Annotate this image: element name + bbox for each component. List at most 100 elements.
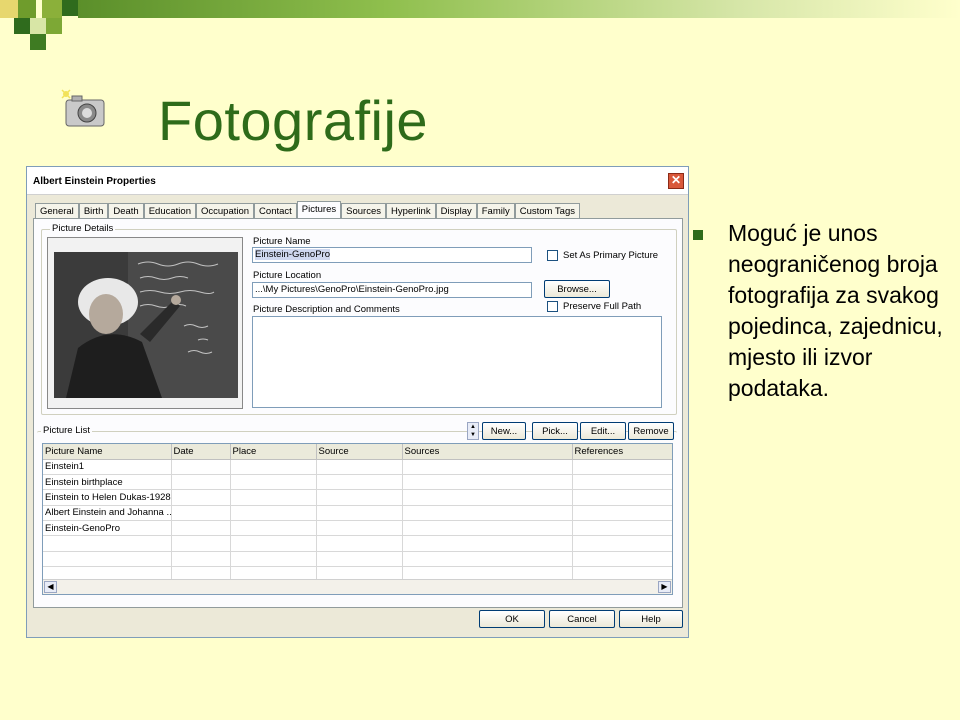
table-row[interactable]: Einstein to Helen Dukas-1928 (43, 489, 672, 506)
horizontal-scrollbar[interactable]: ◀ ▶ (43, 579, 672, 594)
description-label: Picture Description and Comments (253, 304, 400, 315)
set-primary-checkbox[interactable]: Set As Primary Picture (547, 250, 658, 261)
table-cell (316, 474, 403, 491)
tab-pictures[interactable]: Pictures (296, 201, 342, 219)
table-cell (402, 459, 573, 475)
picture-name-value: Einstein-GenoPro (255, 249, 330, 260)
tab-contact[interactable]: Contact (254, 203, 297, 219)
table-cell (230, 489, 317, 506)
table-cell (171, 505, 231, 522)
table-cell (230, 551, 317, 568)
picture-list-label: Picture List (41, 425, 92, 436)
table-cell (171, 535, 231, 552)
tab-general[interactable]: General (35, 203, 79, 219)
tab-sources[interactable]: Sources (341, 203, 386, 219)
decor-square (62, 0, 78, 16)
preserve-path-checkbox[interactable]: Preserve Full Path (547, 301, 641, 312)
table-cell (402, 551, 573, 568)
col-place[interactable]: Place (230, 444, 317, 460)
picture-location-field[interactable]: ...\My Pictures\GenoPro\Einstein-GenoPro… (252, 282, 532, 298)
table-cell (572, 551, 672, 568)
tab-family[interactable]: Family (476, 203, 515, 219)
table-row[interactable]: Einstein1 (43, 459, 672, 475)
edit-button[interactable]: Edit... (580, 422, 626, 440)
tab-display[interactable]: Display (435, 203, 477, 219)
picture-location-label: Picture Location (253, 270, 322, 281)
table-cell (402, 535, 573, 552)
new-button[interactable]: New... (482, 422, 526, 440)
table-cell: Albert Einstein and Johanna ... (43, 505, 172, 522)
einstein-photo-image (48, 238, 242, 408)
table-cell (572, 489, 672, 506)
tab-education[interactable]: Education (143, 203, 196, 219)
scroll-right-icon[interactable]: ▶ (658, 581, 671, 593)
table-cell (230, 520, 317, 537)
decor-square (14, 18, 30, 34)
table-cell (316, 459, 403, 475)
col-references[interactable]: References (572, 444, 672, 460)
table-row[interactable] (43, 535, 672, 552)
cancel-button[interactable]: Cancel (549, 610, 615, 628)
bullet-text: Moguć je unos neograničenog broja fotogr… (728, 220, 943, 401)
table-cell (572, 520, 672, 537)
picture-preview (47, 237, 243, 409)
help-button[interactable]: Help (619, 610, 683, 628)
properties-dialog: Albert Einstein Properties ✕ General Bir… (26, 166, 689, 638)
browse-button[interactable]: Browse... (544, 280, 610, 298)
table-cell (171, 551, 231, 568)
table-cell (230, 535, 317, 552)
tab-hyperlink[interactable]: Hyperlink (385, 203, 436, 219)
table-cell (402, 505, 573, 522)
picture-name-label: Picture Name (253, 236, 311, 247)
picture-name-field[interactable]: Einstein-GenoPro (252, 247, 532, 263)
col-picture-name[interactable]: Picture Name (43, 444, 172, 460)
scroll-left-icon[interactable]: ◀ (44, 581, 57, 593)
decor-square (30, 18, 46, 34)
table-cell (43, 551, 172, 568)
reorder-spinner[interactable]: ▲ ▼ (467, 422, 479, 440)
remove-button[interactable]: Remove (628, 422, 674, 440)
table-row[interactable]: Einstein birthplace (43, 474, 672, 491)
picture-list-table: Picture Name Date Place Source Sources R… (42, 443, 673, 595)
preserve-path-label: Preserve Full Path (563, 301, 642, 312)
table-cell (43, 535, 172, 552)
table-cell (402, 520, 573, 537)
col-sources[interactable]: Sources (402, 444, 573, 460)
picture-details-label: Picture Details (50, 223, 116, 234)
tab-strip: General Birth Death Education Occupation… (35, 201, 580, 219)
tab-occupation[interactable]: Occupation (195, 203, 255, 219)
description-textarea[interactable] (252, 316, 662, 408)
tab-death[interactable]: Death (108, 203, 144, 219)
table-cell (230, 505, 317, 522)
col-date[interactable]: Date (171, 444, 231, 460)
table-cell (230, 474, 317, 491)
slide-title: Fotografije (158, 89, 429, 152)
table-cell (402, 489, 573, 506)
decor-square (46, 18, 62, 34)
pick-button[interactable]: Pick... (532, 422, 578, 440)
tab-custom-tags[interactable]: Custom Tags (514, 203, 580, 219)
camera-icon (61, 89, 105, 127)
table-cell (402, 474, 573, 491)
col-source[interactable]: Source (316, 444, 403, 460)
table-cell (316, 489, 403, 506)
table-cell (171, 459, 231, 475)
decor-square (0, 0, 18, 18)
decor-square (18, 0, 36, 18)
picture-location-value: ...\My Pictures\GenoPro\Einstein-GenoPro… (255, 284, 449, 295)
table-cell (316, 551, 403, 568)
table-row[interactable]: Albert Einstein and Johanna ... (43, 505, 672, 522)
dialog-title: Albert Einstein Properties (33, 176, 156, 187)
checkbox-box (547, 301, 558, 312)
table-row[interactable]: Einstein-GenoPro (43, 520, 672, 537)
bullet-square-icon (693, 230, 703, 240)
table-cell (572, 505, 672, 522)
table-cell (230, 459, 317, 475)
table-cell (572, 459, 672, 475)
close-button[interactable]: ✕ (668, 173, 684, 189)
table-header: Picture Name Date Place Source Sources R… (43, 444, 672, 460)
table-cell (572, 474, 672, 491)
tab-birth[interactable]: Birth (78, 203, 109, 219)
table-row[interactable] (43, 551, 672, 568)
ok-button[interactable]: OK (479, 610, 545, 628)
